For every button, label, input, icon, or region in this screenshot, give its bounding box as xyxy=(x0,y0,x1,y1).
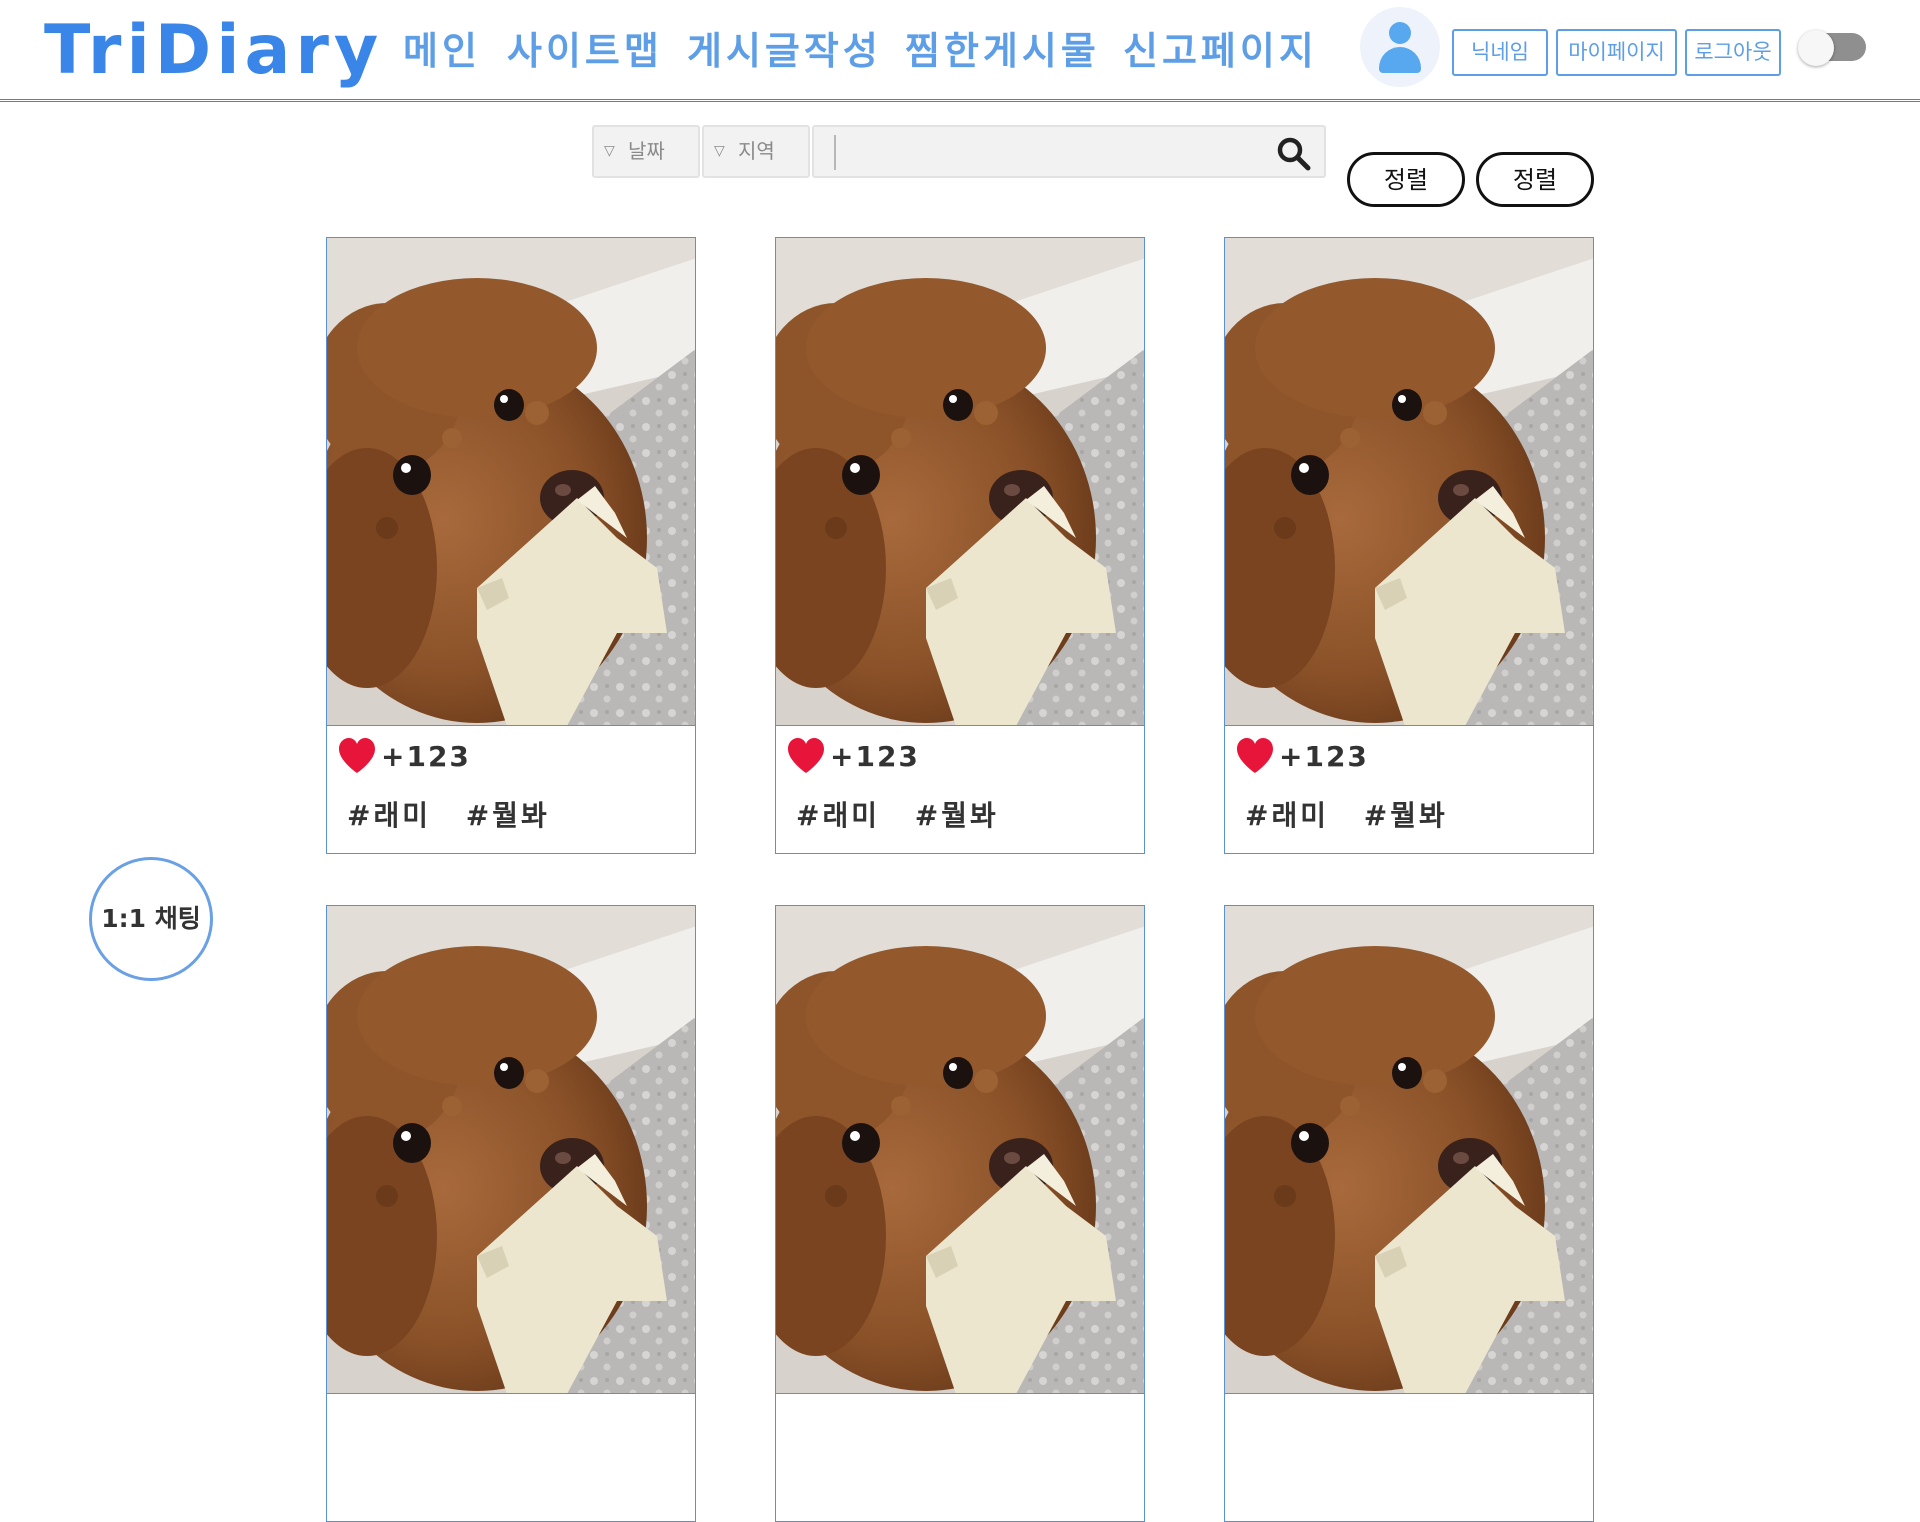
post-image[interactable] xyxy=(776,238,1144,726)
date-filter-select[interactable]: ▽ 날짜 xyxy=(592,125,700,178)
like-count: +123 xyxy=(381,739,471,773)
hashtag[interactable]: #뭘봐 xyxy=(466,799,550,832)
region-filter-label: 지역 xyxy=(738,139,775,163)
hashtag[interactable]: #뭘봐 xyxy=(915,799,999,832)
hashtag-list: #래미 #뭘봐 xyxy=(796,794,1021,834)
hashtag-list: #래미 #뭘봐 xyxy=(1245,794,1470,834)
hashtag[interactable]: #래미 xyxy=(1245,799,1329,832)
logout-button[interactable]: 로그아웃 xyxy=(1685,29,1781,76)
mypage-button[interactable]: 마이페이지 xyxy=(1556,29,1677,76)
site-logo[interactable]: TriDiary xyxy=(44,8,383,94)
sort-button-1[interactable]: 정렬 xyxy=(1347,152,1465,207)
post-image[interactable] xyxy=(327,906,695,1394)
post-card[interactable]: +123 #래미 #뭘봐 xyxy=(1224,237,1594,854)
post-image[interactable] xyxy=(1225,906,1593,1394)
nav-item-sitemap[interactable]: 사이트맵 xyxy=(507,26,663,76)
search-box xyxy=(812,125,1326,178)
heart-icon[interactable] xyxy=(786,737,826,775)
heart-icon[interactable] xyxy=(1235,737,1275,775)
hashtag[interactable]: #래미 xyxy=(796,799,880,832)
hashtag[interactable]: #뭘봐 xyxy=(1364,799,1448,832)
post-card[interactable] xyxy=(775,905,1145,1522)
like-section: +123 xyxy=(786,734,920,778)
post-card[interactable]: +123 #래미 #뭘봐 xyxy=(326,237,696,854)
dropdown-triangle-icon: ▽ xyxy=(714,143,725,159)
post-image[interactable] xyxy=(327,238,695,726)
toggle-knob xyxy=(1798,30,1834,66)
post-image[interactable] xyxy=(776,906,1144,1394)
user-icon[interactable] xyxy=(1360,7,1440,87)
post-card[interactable] xyxy=(326,905,696,1522)
nav-item-main[interactable]: 메인 xyxy=(403,26,481,76)
nav-item-write-post[interactable]: 게시글작성 xyxy=(687,26,882,76)
date-filter-label: 날짜 xyxy=(628,139,665,163)
site-header: TriDiary 메인 사이트맵 게시글작성 찜한게시물 신고페이지 닉네임 마… xyxy=(0,0,1920,102)
like-section: +123 xyxy=(337,734,471,778)
like-section: +123 xyxy=(1235,734,1369,778)
like-count: +123 xyxy=(830,739,920,773)
post-image[interactable] xyxy=(1225,238,1593,726)
theme-toggle[interactable] xyxy=(1798,30,1866,66)
sort-button-2[interactable]: 정렬 xyxy=(1476,152,1594,207)
nickname-button[interactable]: 닉네임 xyxy=(1452,29,1548,76)
post-card[interactable]: +123 #래미 #뭘봐 xyxy=(775,237,1145,854)
chat-button[interactable]: 1:1 채팅 xyxy=(89,857,213,981)
hashtag-list: #래미 #뭘봐 xyxy=(347,794,572,834)
post-card[interactable] xyxy=(1224,905,1594,1522)
hashtag[interactable]: #래미 xyxy=(347,799,431,832)
nav-item-report[interactable]: 신고페이지 xyxy=(1123,26,1318,76)
dropdown-triangle-icon: ▽ xyxy=(604,143,615,159)
search-icon[interactable] xyxy=(1276,136,1312,172)
region-filter-select[interactable]: ▽ 지역 xyxy=(702,125,810,178)
nav-item-favorites[interactable]: 찜한게시물 xyxy=(905,26,1100,76)
search-input[interactable] xyxy=(834,135,1264,170)
heart-icon[interactable] xyxy=(337,737,377,775)
like-count: +123 xyxy=(1279,739,1369,773)
